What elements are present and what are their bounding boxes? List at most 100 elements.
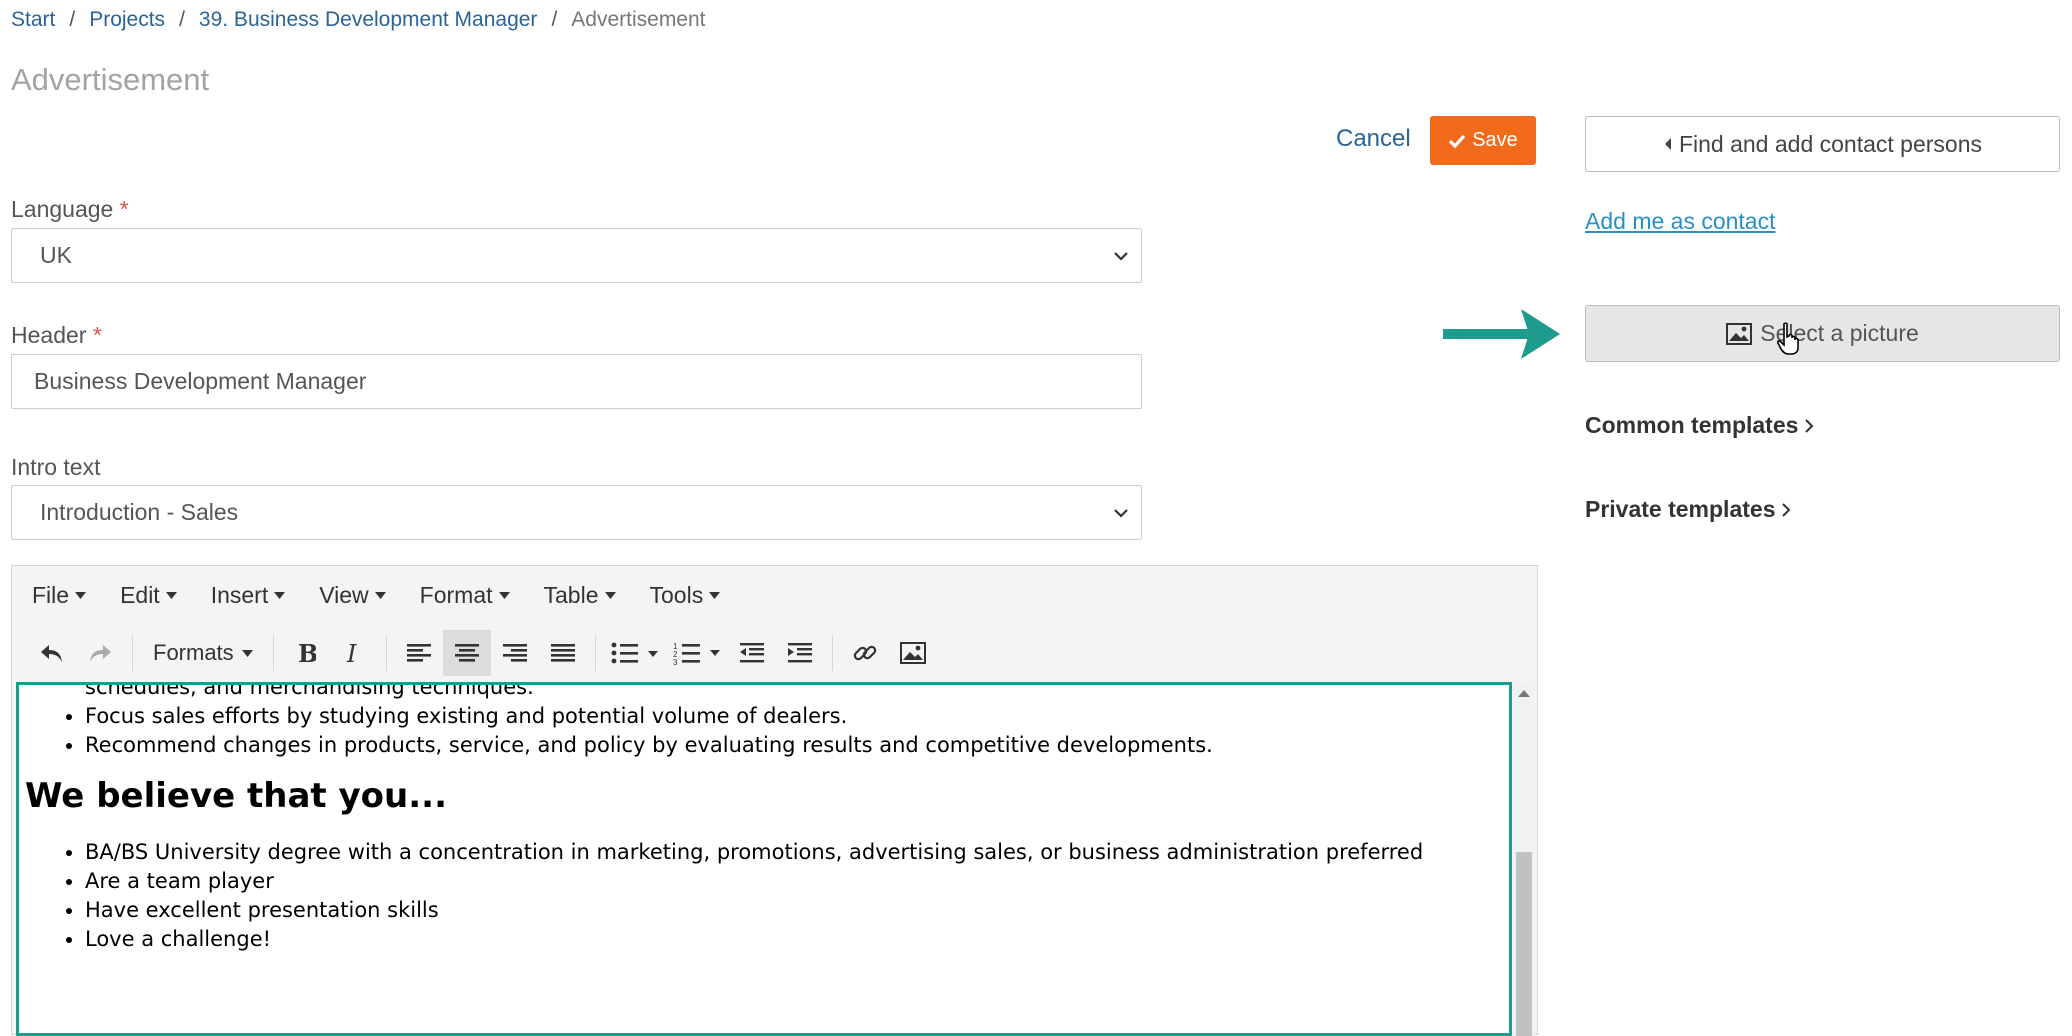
- list-item: Recommend changes in products, service, …: [85, 731, 1509, 760]
- menu-table[interactable]: Table: [544, 582, 616, 609]
- menu-table-label: Table: [543, 581, 599, 608]
- scrollbar-thumb[interactable]: [1516, 852, 1532, 1036]
- menu-insert-label: Insert: [210, 581, 269, 608]
- justify-button[interactable]: [539, 630, 587, 676]
- undo-icon: [41, 645, 62, 662]
- editor-content[interactable]: schedules, and merchandising techniques.…: [16, 682, 1512, 1036]
- editor-scrollbar[interactable]: [1513, 682, 1535, 1036]
- align-center-icon: [454, 644, 479, 662]
- toolbar-divider: [132, 635, 133, 671]
- list-item: Are a team player: [85, 867, 1509, 896]
- align-right-button[interactable]: [491, 630, 539, 676]
- toolbar-divider: [385, 635, 387, 671]
- list-item: schedules, and merchandising techniques.: [85, 682, 534, 699]
- breadcrumb: Start / Projects / 39. Business Development …: [11, 8, 706, 32]
- header-label-text: Header: [11, 322, 87, 348]
- list-item: Love a challenge!: [85, 925, 1509, 954]
- list-item: Have excellent presentation skills: [85, 896, 1509, 925]
- menu-insert[interactable]: Insert: [211, 582, 286, 609]
- align-left-icon: [406, 644, 431, 662]
- checkmark-icon: [1449, 134, 1466, 148]
- breadcrumb-separator: /: [69, 8, 76, 31]
- select-picture-button[interactable]: Select a picture: [1585, 305, 2060, 362]
- scroll-up-icon[interactable]: [1518, 690, 1530, 697]
- language-value: UK: [40, 242, 72, 268]
- image-icon: [1726, 322, 1753, 345]
- align-left-button[interactable]: [395, 630, 443, 676]
- caret-down-icon: [604, 591, 616, 599]
- justify-icon: [550, 644, 575, 662]
- svg-text:I: I: [346, 641, 357, 665]
- outdent-icon: [739, 643, 764, 663]
- find-contacts-button[interactable]: Find and add contact persons: [1585, 116, 2060, 172]
- breadcrumb-start[interactable]: Start: [11, 8, 55, 31]
- chevron-down-icon: [1114, 508, 1128, 518]
- editor-toolbar: Formats B I 123: [12, 625, 1537, 681]
- menu-format[interactable]: Format: [420, 582, 510, 609]
- editor-body: schedules, and merchandising techniques.…: [19, 682, 1509, 954]
- mouse-cursor-icon: [1776, 322, 1802, 361]
- menu-edit-label: Edit: [120, 581, 160, 608]
- indent-icon: [787, 643, 812, 663]
- header-value: Business Development Manager: [34, 368, 367, 394]
- formats-dropdown[interactable]: Formats: [141, 640, 265, 666]
- list-item: Focus sales efforts by studying existing…: [85, 702, 1509, 731]
- svg-text:B: B: [298, 641, 316, 665]
- breadcrumb-projects[interactable]: Projects: [89, 8, 165, 31]
- save-button[interactable]: Save: [1430, 116, 1536, 165]
- language-select[interactable]: UK: [11, 228, 1142, 283]
- bullet-list-icon: [611, 642, 658, 664]
- breadcrumb-project[interactable]: 39. Business Development Manager: [199, 8, 538, 31]
- italic-button[interactable]: I: [330, 630, 378, 676]
- caret-down-icon: [165, 591, 177, 599]
- header-input[interactable]: Business Development Manager: [11, 354, 1142, 409]
- italic-icon: I: [346, 641, 357, 665]
- private-templates-link[interactable]: Private templates: [1585, 496, 1791, 523]
- undo-button[interactable]: [28, 630, 76, 676]
- image-icon: [899, 642, 926, 664]
- breadcrumb-separator: /: [179, 8, 185, 31]
- common-templates-label: Common templates: [1585, 412, 1799, 438]
- rich-text-editor: File Edit Insert View Format Table Tools…: [11, 565, 1538, 1036]
- menu-edit[interactable]: Edit: [120, 582, 177, 609]
- toolbar-divider: [831, 635, 833, 671]
- responsibilities-list: schedules, and merchandising techniques.…: [25, 682, 1509, 760]
- intro-text-select[interactable]: Introduction - Sales: [11, 485, 1142, 540]
- indent-button[interactable]: [776, 630, 824, 676]
- redo-button[interactable]: [76, 630, 124, 676]
- chevron-right-icon: [1805, 418, 1814, 433]
- bullet-list-button[interactable]: [604, 630, 666, 676]
- find-contacts-label: Find and add contact persons: [1678, 130, 1983, 157]
- caret-down-icon: [374, 591, 386, 599]
- add-me-as-contact-link[interactable]: Add me as contact: [1585, 208, 1776, 235]
- save-label: Save: [1472, 129, 1518, 151]
- svg-text:3: 3: [673, 658, 678, 665]
- private-templates-label: Private templates: [1585, 496, 1776, 522]
- bold-icon: B: [298, 641, 316, 665]
- align-center-button[interactable]: [442, 630, 491, 676]
- language-label: Language *: [11, 196, 129, 223]
- cancel-button[interactable]: Cancel: [1336, 125, 1411, 153]
- menu-file[interactable]: File: [32, 582, 87, 609]
- outdent-button[interactable]: [728, 630, 776, 676]
- insert-link-button[interactable]: [841, 630, 889, 676]
- bold-button[interactable]: B: [282, 630, 330, 676]
- required-marker: *: [119, 196, 129, 222]
- toolbar-divider: [272, 635, 274, 671]
- insert-image-button[interactable]: [889, 630, 937, 676]
- numbered-list-icon: 123: [673, 642, 720, 665]
- menu-tools[interactable]: Tools: [650, 582, 721, 609]
- numbered-list-button[interactable]: 123: [666, 630, 728, 676]
- intro-text-value: Introduction - Sales: [40, 499, 239, 525]
- requirements-list: BA/BS University degree with a concentra…: [25, 838, 1509, 954]
- common-templates-link[interactable]: Common templates: [1585, 412, 1814, 439]
- caret-left-icon: [1664, 138, 1671, 150]
- arrow-right-icon: [1443, 305, 1563, 368]
- required-marker: *: [92, 322, 102, 348]
- toolbar-divider: [594, 635, 596, 671]
- menu-view-label: View: [319, 581, 369, 608]
- menu-view[interactable]: View: [319, 581, 386, 609]
- chevron-right-icon: [1782, 502, 1791, 517]
- caret-down-icon: [75, 591, 87, 599]
- menu-format-label: Format: [419, 581, 493, 608]
